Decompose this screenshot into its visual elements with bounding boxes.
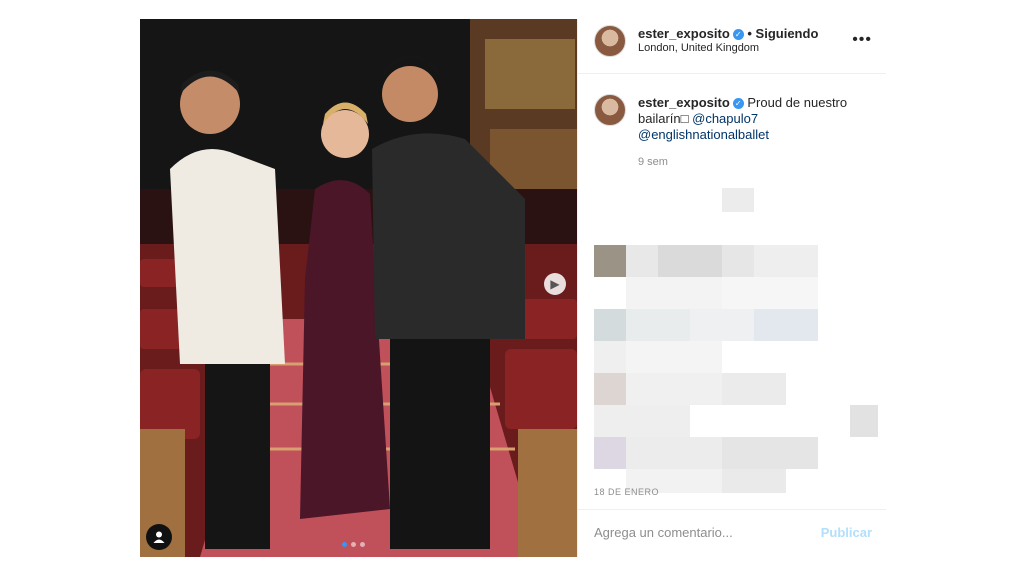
header-user-line: ester_exposito ✓ • Siguiendo xyxy=(638,26,818,41)
theater-photo xyxy=(140,19,577,557)
carousel-dot xyxy=(351,542,356,547)
carousel-indicator xyxy=(342,542,365,547)
verified-badge-icon: ✓ xyxy=(732,29,744,41)
post-sidebar: ester_exposito ✓ • Siguiendo London, Unit… xyxy=(577,19,886,557)
username-link[interactable]: ester_exposito xyxy=(638,26,730,41)
verified-badge-icon: ✓ xyxy=(732,98,744,110)
mention-link[interactable]: @chapulo7 xyxy=(692,111,758,126)
carousel-dot xyxy=(360,542,365,547)
follow-status-button[interactable]: • Siguiendo xyxy=(747,26,818,41)
caption-avatar[interactable] xyxy=(594,94,626,126)
instagram-post: ▶ ester_exposito ✓ • Siguiendo London, Un… xyxy=(140,19,886,557)
post-photo[interactable]: ▶ xyxy=(140,19,577,557)
caption-username-link[interactable]: ester_exposito xyxy=(638,95,730,110)
emoji-placeholder: □ xyxy=(680,111,689,126)
location-link[interactable]: London, United Kingdom xyxy=(638,42,759,54)
user-tag-icon[interactable] xyxy=(146,524,172,550)
more-horizontal-icon[interactable]: ••• xyxy=(852,31,872,49)
post-header: ester_exposito ✓ • Siguiendo London, Unit… xyxy=(578,19,886,74)
comment-input[interactable] xyxy=(594,525,804,540)
comment-bar: Publicar xyxy=(578,509,886,558)
publish-button[interactable]: Publicar xyxy=(821,525,872,540)
avatar[interactable] xyxy=(594,25,626,57)
post-caption: ester_exposito ✓ Proud de nuestro bailarí… xyxy=(638,95,870,143)
time-ago: 9 sem xyxy=(638,156,668,168)
carousel-next-icon[interactable]: ▶ xyxy=(544,273,566,295)
mention-link[interactable]: @englishnationalballet xyxy=(638,127,769,142)
post-date: 18 DE ENERO xyxy=(594,487,660,497)
carousel-dot-active xyxy=(342,542,347,547)
